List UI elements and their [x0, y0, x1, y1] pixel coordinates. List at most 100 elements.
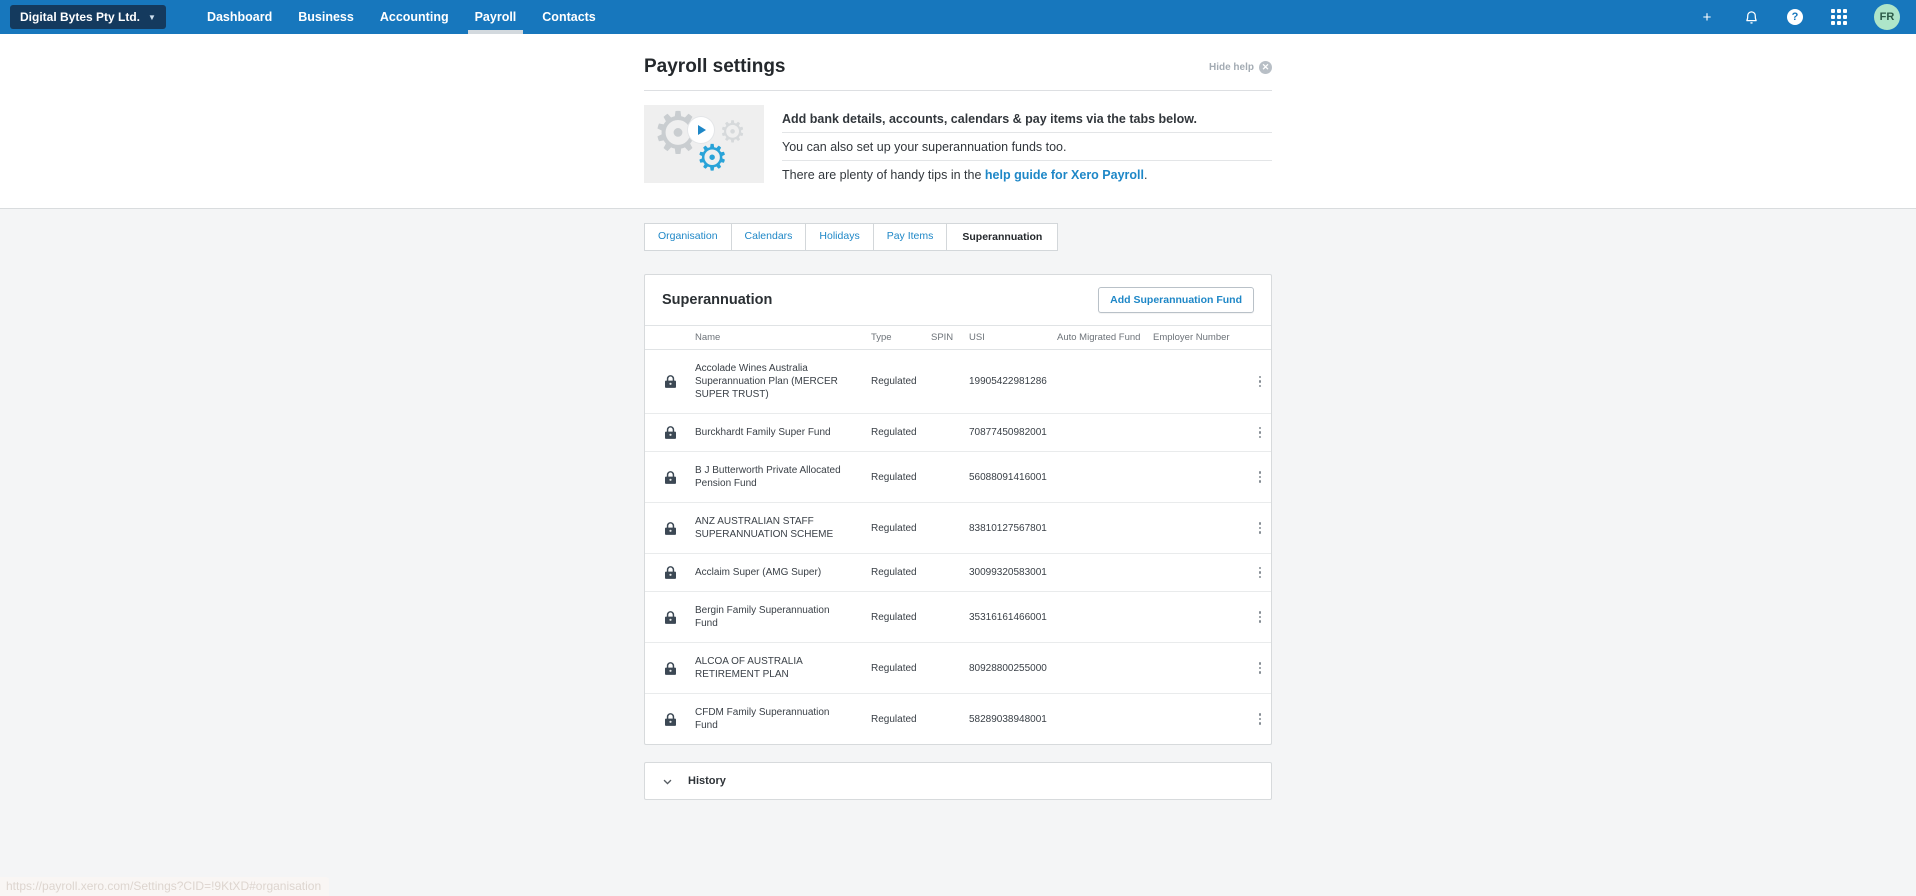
fund-type: Regulated [871, 376, 917, 387]
help-line-1: Add bank details, accounts, calendars & … [782, 111, 1197, 126]
row-menu-button[interactable] [1252, 471, 1268, 483]
lock-icon [645, 426, 695, 439]
fund-name: Burckhardt Family Super Fund [695, 427, 831, 438]
tab-calendars[interactable]: Calendars [730, 223, 807, 251]
fund-name: Accolade Wines Australia Superannuation … [695, 363, 838, 400]
fund-usi: 80928800255000 [969, 662, 1047, 674]
lock-icon [645, 375, 695, 388]
table-header-row: Name Type SPIN USI Auto Migrated Fund Em… [645, 325, 1271, 350]
avatar[interactable]: FR [1874, 4, 1900, 30]
table-row: Acclaim Super (AMG Super) Regulated 3009… [645, 554, 1271, 592]
gear-icon: ⚙ [696, 137, 729, 178]
column-header-employer-number: Employer Number [1153, 332, 1230, 343]
help-line-2: You can also set up your superannuation … [782, 133, 1272, 161]
fund-name: Acclaim Super (AMG Super) [695, 567, 822, 578]
fund-name: ANZ AUSTRALIAN STAFF SUPERANNUATION SCHE… [695, 516, 834, 540]
column-header-spin: SPIN [931, 332, 954, 343]
lock-icon [645, 566, 695, 579]
fund-usi: 70877450982001 [969, 427, 1047, 438]
nav-item-business[interactable]: Business [285, 0, 367, 34]
nav-item-dashboard[interactable]: Dashboard [194, 0, 285, 34]
lock-icon [645, 521, 695, 535]
help-line-3: There are plenty of handy tips in the he… [782, 168, 1148, 182]
column-header-auto-migrated-fund: Auto Migrated Fund [1057, 332, 1141, 343]
fund-usi: 19905422981286 [969, 376, 1047, 387]
row-menu-button[interactable] [1252, 566, 1268, 579]
fund-usi: 56088091416001 [969, 471, 1047, 483]
fund-type: Regulated [871, 471, 917, 483]
nav-item-contacts[interactable]: Contacts [529, 0, 608, 34]
play-icon[interactable] [688, 117, 714, 143]
page-header: Payroll settings Hide help ✕ ⚙ ⚙ ⚙ Add b… [0, 34, 1916, 208]
fund-name: Bergin Family Superannuation Fund [695, 605, 830, 629]
fund-name: CFDM Family Superannuation Fund [695, 707, 830, 731]
row-menu-button[interactable] [1252, 611, 1268, 623]
lock-icon [645, 610, 695, 624]
hide-help-button[interactable]: Hide help ✕ [1209, 61, 1272, 74]
row-menu-button[interactable] [1252, 662, 1268, 674]
settings-tabs: Organisation Calendars Holidays Pay Item… [644, 223, 1272, 251]
chevron-down-icon [662, 776, 673, 787]
help-text-block: Add bank details, accounts, calendars & … [782, 105, 1272, 189]
close-icon: ✕ [1259, 61, 1272, 74]
bell-icon-svg [1745, 10, 1757, 24]
add-superannuation-fund-button[interactable]: Add Superannuation Fund [1098, 287, 1254, 313]
row-menu-button[interactable] [1252, 426, 1268, 439]
fund-type: Regulated [871, 611, 917, 623]
superannuation-card: Superannuation Add Superannuation Fund N… [644, 274, 1272, 745]
help-icon[interactable]: ? [1786, 8, 1804, 26]
fund-type: Regulated [871, 713, 917, 725]
org-selector-label: Digital Bytes Pty Ltd. [20, 10, 141, 24]
status-bar-url: https://payroll.xero.com/Settings?CID=!9… [0, 877, 330, 896]
fund-usi: 30099320583001 [969, 567, 1047, 578]
history-panel[interactable]: History [644, 762, 1272, 800]
nav-item-payroll[interactable]: Payroll [462, 0, 530, 34]
help-guide-link[interactable]: help guide for Xero Payroll [985, 168, 1144, 182]
nav-right-actions: + ? FR [1698, 4, 1906, 30]
table-row: B J Butterworth Private Allocated Pensio… [645, 452, 1271, 503]
tab-holidays[interactable]: Holidays [805, 223, 874, 251]
section-title: Superannuation [662, 292, 773, 308]
fund-name: ALCOA OF AUSTRALIA RETIREMENT PLAN [695, 656, 803, 680]
page-title: Payroll settings [644, 56, 786, 77]
top-navbar: Digital Bytes Pty Ltd. ▼ Dashboard Busin… [0, 0, 1916, 34]
org-selector[interactable]: Digital Bytes Pty Ltd. ▼ [10, 5, 166, 29]
bell-icon[interactable] [1742, 8, 1760, 26]
fund-usi: 83810127567801 [969, 522, 1047, 534]
table-row: Burckhardt Family Super Fund Regulated 7… [645, 414, 1271, 452]
apps-grid-icon[interactable] [1830, 8, 1848, 26]
nav-item-accounting[interactable]: Accounting [367, 0, 462, 34]
content-area: Organisation Calendars Holidays Pay Item… [0, 208, 1916, 896]
lock-icon [645, 712, 695, 726]
lock-icon [645, 470, 695, 484]
column-header-type: Type [871, 332, 892, 343]
fund-type: Regulated [871, 427, 917, 438]
fund-name: B J Butterworth Private Allocated Pensio… [695, 465, 841, 489]
fund-usi: 35316161466001 [969, 611, 1047, 623]
fund-type: Regulated [871, 662, 917, 674]
fund-type: Regulated [871, 567, 917, 578]
row-menu-button[interactable] [1252, 375, 1268, 388]
table-row: Bergin Family Superannuation Fund Regula… [645, 592, 1271, 643]
table-row: CFDM Family Superannuation Fund Regulate… [645, 694, 1271, 744]
tab-superannuation[interactable]: Superannuation [946, 223, 1059, 251]
tab-organisation[interactable]: Organisation [644, 223, 732, 251]
payroll-settings-illustration: ⚙ ⚙ ⚙ [644, 105, 764, 183]
fund-usi: 58289038948001 [969, 713, 1047, 725]
plus-icon[interactable]: + [1698, 8, 1716, 26]
lock-icon [645, 661, 695, 675]
tab-pay-items[interactable]: Pay Items [872, 223, 948, 251]
history-label: History [688, 775, 726, 787]
table-row: ALCOA OF AUSTRALIA RETIREMENT PLAN Regul… [645, 643, 1271, 694]
table-row: Accolade Wines Australia Superannuation … [645, 350, 1271, 414]
title-divider [644, 90, 1272, 91]
column-header-usi: USI [969, 332, 985, 343]
fund-type: Regulated [871, 522, 917, 534]
row-menu-button[interactable] [1252, 522, 1268, 534]
chevron-down-icon: ▼ [148, 12, 156, 22]
row-menu-button[interactable] [1252, 713, 1268, 725]
column-header-name: Name [695, 332, 721, 343]
nav-menu: Dashboard Business Accounting Payroll Co… [194, 0, 609, 34]
table-row: ANZ AUSTRALIAN STAFF SUPERANNUATION SCHE… [645, 503, 1271, 554]
hide-help-label: Hide help [1208, 62, 1254, 73]
